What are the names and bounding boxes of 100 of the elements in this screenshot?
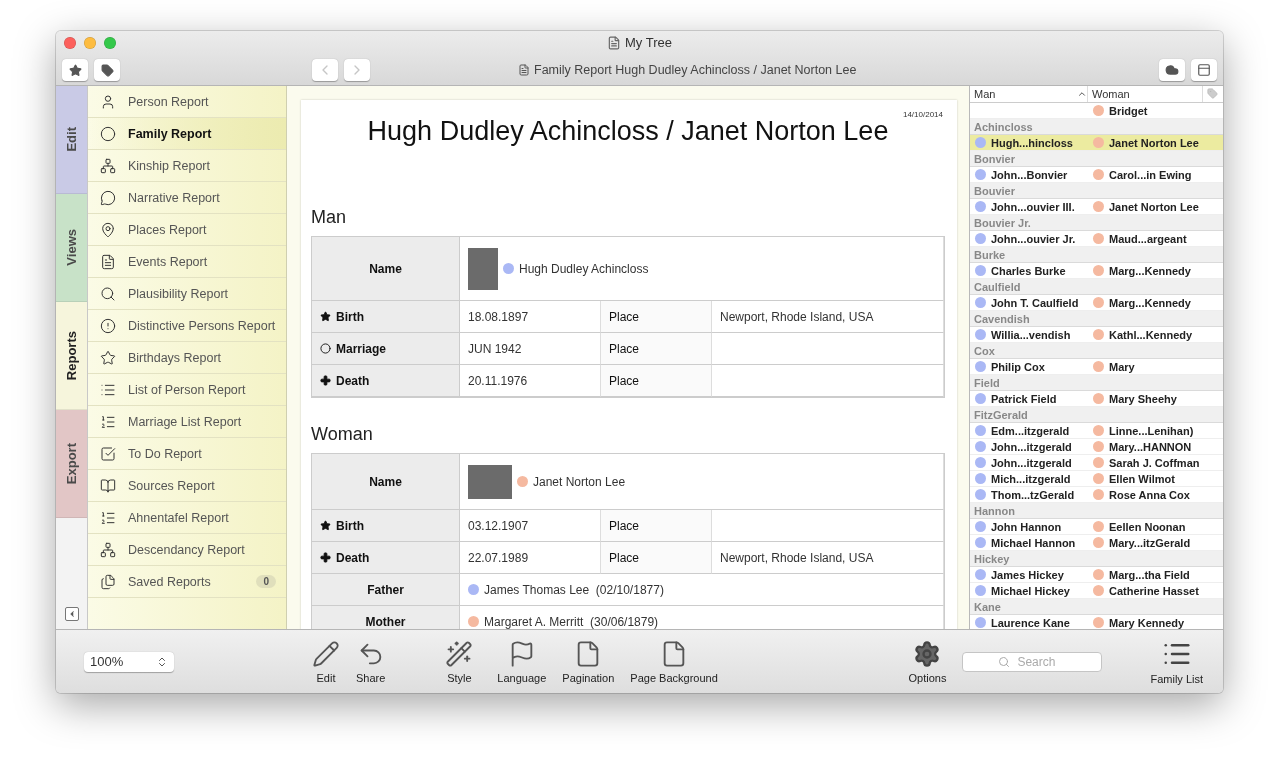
family-row[interactable]: Patrick Field Mary Sheehy [970, 391, 1223, 407]
surname-header: Bouvier Jr. [970, 215, 1223, 231]
female-dot [1093, 265, 1104, 276]
sidebar-button[interactable] [1191, 59, 1217, 81]
table-cell: 22.07.1989 [460, 542, 601, 574]
table-cell: 03.12.1907 [460, 510, 601, 542]
zoom-field[interactable]: 100% [84, 651, 174, 672]
female-dot [1093, 201, 1104, 212]
family-row[interactable]: Philip Cox Mary [970, 359, 1223, 375]
column-header[interactable]: Woman [1088, 86, 1203, 102]
table-cell: Place [601, 365, 712, 397]
report-item[interactable]: Saved Reports 0 [88, 566, 286, 598]
label-cell: Father [312, 574, 460, 606]
table-cell: JUN 1942 [460, 333, 601, 365]
report-item[interactable]: Person Report [88, 86, 286, 118]
male-dot [975, 361, 986, 372]
window-title: My Tree [625, 35, 672, 50]
surname-header: Cox [970, 343, 1223, 359]
female-dot [1093, 169, 1104, 180]
toolbar-button[interactable]: Edit [304, 639, 348, 684]
star-icon [68, 63, 82, 77]
magic-wand-icon [445, 639, 474, 668]
surname-header: Field [970, 375, 1223, 391]
family-row[interactable]: Charles Burke Marg...Kennedy [970, 263, 1223, 279]
family-row[interactable]: James Hickey Marg...tha Field [970, 567, 1223, 583]
report-icon [100, 221, 116, 238]
male-dot [975, 521, 986, 532]
star-icon [320, 520, 331, 531]
side-tab[interactable]: Edit [56, 86, 87, 194]
favorites-button[interactable] [62, 59, 88, 81]
tag-button[interactable] [94, 59, 120, 81]
report-item[interactable]: Family Report [88, 118, 286, 150]
toolbar-button[interactable]: Language [489, 639, 555, 684]
female-dot [1093, 297, 1104, 308]
male-dot [975, 297, 986, 308]
person-name: Janet Norton Lee [533, 474, 626, 489]
collapse-button[interactable] [64, 607, 79, 621]
report-item[interactable]: Kinship Report [88, 150, 286, 182]
cloud-icon [1165, 63, 1179, 77]
report-item[interactable]: Events Report [88, 246, 286, 278]
family-row[interactable]: Mich...itzgerald Ellen Wilmot [970, 471, 1223, 487]
female-dot [1093, 137, 1104, 148]
family-row[interactable]: John...Bonvier Carol...in Ewing [970, 167, 1223, 183]
table-cell: Newport, Rhode Island, USA [712, 542, 944, 574]
surname-header: FitzGerald [970, 407, 1223, 423]
family-row[interactable]: Bridget [970, 103, 1223, 119]
family-row[interactable]: John...ouvier III. Janet Norton Lee [970, 199, 1223, 215]
report-item[interactable]: Descendancy Report [88, 534, 286, 566]
tag-icon [1207, 88, 1218, 99]
female-dot [1093, 425, 1104, 436]
side-tab[interactable]: Views [56, 194, 87, 302]
close-button[interactable] [64, 37, 76, 49]
female-dot [1093, 361, 1104, 372]
family-row[interactable]: Willia...vendish Kathl...Kennedy [970, 327, 1223, 343]
female-dot [1093, 473, 1104, 484]
report-icon [100, 477, 116, 494]
family-row[interactable]: Edm...itzgerald Linne...Lenihan) [970, 423, 1223, 439]
family-row[interactable]: John...ouvier Jr. Maud...argeant [970, 231, 1223, 247]
family-row[interactable]: John...itzgerald Sarah J. Coffman [970, 455, 1223, 471]
report-icon [100, 285, 116, 302]
toolbar-button[interactable]: Pagination [554, 639, 623, 684]
report-item[interactable]: To Do Report [88, 438, 286, 470]
search-icon [998, 655, 1011, 668]
report-item[interactable]: Plausibility Report [88, 278, 286, 310]
surname-header: Bouvier [970, 183, 1223, 199]
toolbar-button[interactable]: Style [437, 639, 482, 684]
options-button[interactable]: Options [900, 639, 955, 684]
family-row[interactable]: Hugh...hincloss Janet Norton Lee [970, 135, 1223, 151]
search-field[interactable]: Search [962, 651, 1103, 672]
family-row[interactable]: Michael Hickey Catherine Hasset [970, 583, 1223, 599]
report-item[interactable]: Birthdays Report [88, 342, 286, 374]
report-item[interactable]: Narrative Report [88, 182, 286, 214]
family-list-button[interactable]: Family List [1142, 638, 1211, 685]
star-icon [320, 311, 331, 322]
person-name: James Thomas Lee (02/10/1877) [484, 582, 664, 597]
report-item[interactable]: Places Report [88, 214, 286, 246]
report-item[interactable]: Distinctive Persons Report [88, 310, 286, 342]
tag-icon [100, 63, 114, 77]
report-item[interactable]: Marriage List Report [88, 406, 286, 438]
toolbar-button[interactable]: Share [348, 639, 394, 684]
side-tab[interactable]: Export [56, 410, 87, 518]
side-tab[interactable]: Reports [56, 302, 87, 410]
cloud-button[interactable] [1159, 59, 1185, 81]
table-cell: Place [601, 301, 712, 333]
family-row[interactable]: Thom...tzGerald Rose Anna Cox [970, 487, 1223, 503]
male-dot [975, 473, 986, 484]
report-item[interactable]: List of Person Report [88, 374, 286, 406]
sort-icon [1077, 89, 1087, 99]
toolbar-button[interactable]: Page Background [622, 639, 726, 684]
family-row[interactable]: John Hannon Eellen Noonan [970, 519, 1223, 535]
female-dot [1093, 569, 1104, 580]
male-dot [975, 441, 986, 452]
report-item[interactable]: Ahnentafel Report [88, 502, 286, 534]
column-header[interactable]: Man [970, 86, 1088, 102]
count-badge: 0 [256, 575, 276, 588]
family-row[interactable]: John T. Caulfield Marg...Kennedy [970, 295, 1223, 311]
family-row[interactable]: John...itzgerald Mary...HANNON [970, 439, 1223, 455]
report-item[interactable]: Sources Report [88, 470, 286, 502]
surname-header: Hickey [970, 551, 1223, 567]
family-row[interactable]: Michael Hannon Mary...itzGerald [970, 535, 1223, 551]
